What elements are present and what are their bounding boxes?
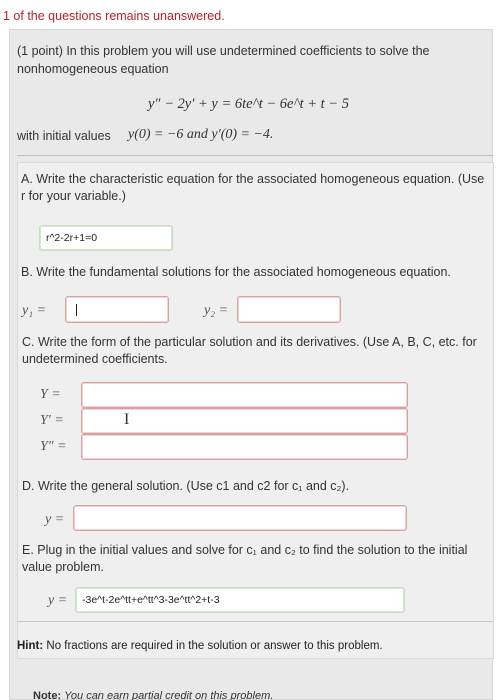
hint-label: Hint: (17, 640, 44, 652)
part-a-prompt: A. Write the characteristic equation for… (21, 172, 485, 203)
ivp-solution-input[interactable]: -3e^t-2e^tt+e^tt^3-3e^tt^2+t-3 (75, 587, 405, 613)
hint-text: No fractions are required in the solutio… (46, 640, 383, 652)
ivp-solution-value: -3e^t-2e^tt+e^tt^3-3e^tt^2+t-3 (82, 594, 220, 606)
unanswered-warning: 1 of the questions remains unanswered. (3, 9, 225, 23)
note-text: You can earn partial credit on this prob… (64, 690, 274, 700)
ivp-solution-label: y = (48, 593, 68, 608)
Y-double-prime-label: Y″ = (40, 439, 67, 454)
Y-prime-input[interactable] (81, 408, 408, 434)
hint: Hint: No fractions are required in the s… (17, 640, 383, 652)
y2-input[interactable] (237, 296, 341, 323)
Y-input[interactable] (81, 382, 408, 408)
problem-intro: (1 point) In this problem you will use u… (17, 44, 430, 76)
y1-input[interactable] (65, 296, 169, 323)
part-c-prompt: C. Write the form of the particular solu… (22, 335, 477, 366)
Y-prime-label: Y′ = (40, 413, 64, 428)
divider (17, 621, 493, 622)
ibeam-cursor-icon: I (124, 411, 130, 428)
differential-equation: y″ − 2y′ + y = 6te^t − 6e^t + t − 5 (148, 96, 349, 112)
y1-label: y₁ = (22, 303, 47, 318)
Y-label: Y = (40, 387, 61, 402)
note: Note: You can earn partial credit on thi… (33, 690, 273, 700)
initial-values-label: with initial values (17, 129, 111, 143)
part-d-prompt: D. Write the general solution. (Use c1 a… (22, 479, 350, 493)
note-label: Note: (33, 690, 62, 700)
characteristic-equation-value: r^2-2r+1=0 (46, 232, 98, 244)
characteristic-equation-input[interactable]: r^2-2r+1=0 (39, 225, 173, 251)
general-solution-label: y = (45, 512, 65, 527)
Y-double-prime-input[interactable] (81, 434, 408, 460)
y2-label: y₂ = (204, 303, 229, 318)
divider (17, 155, 493, 156)
part-e-prompt: E. Plug in the initial values and solve … (22, 543, 468, 574)
general-solution-input[interactable] (73, 505, 407, 531)
parts-panel: A. Write the characteristic equation for… (17, 162, 494, 659)
part-b-prompt: B. Write the fundamental solutions for t… (21, 265, 451, 279)
initial-values: y(0) = −6 and y′(0) = −4. (128, 127, 274, 142)
text-cursor (76, 304, 77, 316)
